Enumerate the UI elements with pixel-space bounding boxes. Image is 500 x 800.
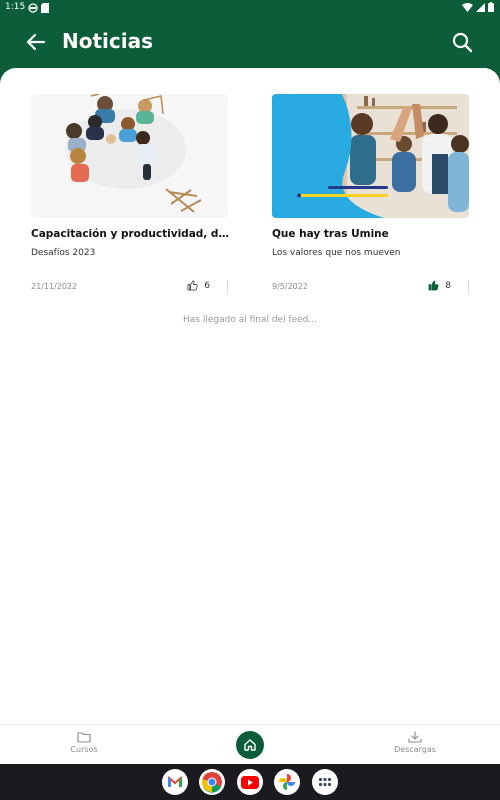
home-icon	[244, 739, 256, 751]
wifi-icon	[462, 2, 473, 12]
status-indicators	[462, 2, 494, 12]
battery-icon	[488, 2, 494, 12]
system-dock	[0, 764, 500, 800]
app-drawer-icon[interactable]	[312, 769, 338, 795]
home-button[interactable]	[236, 731, 264, 759]
news-card-subtitle: Desafíos 2023	[31, 248, 96, 258]
news-card[interactable]: Capacitación y productividad, desafí... …	[31, 94, 229, 294]
thumbs-up-outline-icon[interactable]	[187, 280, 198, 291]
divider	[468, 280, 469, 294]
like-button[interactable]: 6	[187, 280, 210, 291]
chrome-icon[interactable]	[199, 769, 225, 795]
youtube-icon[interactable]	[237, 769, 263, 795]
nav-cursos-label: Cursos	[70, 745, 98, 754]
search-icon[interactable]	[450, 30, 474, 54]
back-arrow-icon[interactable]	[24, 30, 48, 54]
folder-icon	[77, 732, 91, 743]
news-card-footer: 21/11/2022 6	[31, 280, 228, 296]
thumbs-up-filled-icon[interactable]	[428, 280, 439, 291]
gmail-icon[interactable]	[162, 769, 188, 795]
news-card-title: Capacitación y productividad, desafí...	[31, 228, 229, 240]
signal-icon	[476, 2, 485, 12]
photos-icon[interactable]	[274, 769, 300, 795]
nav-descargas-label: Descargas	[394, 745, 436, 754]
news-card-date: 21/11/2022	[31, 282, 78, 291]
status-time: 1:15	[5, 2, 26, 12]
like-button[interactable]: 8	[428, 280, 451, 291]
nav-descargas[interactable]: Descargas	[390, 731, 440, 754]
like-count: 8	[445, 280, 451, 291]
bottom-navigation: Cursos Descargas	[0, 724, 500, 764]
app-bar: Noticias	[0, 16, 500, 68]
download-icon	[408, 731, 422, 743]
page-title: Noticias	[62, 29, 154, 53]
sync-icon	[28, 3, 38, 13]
divider	[227, 280, 228, 294]
news-card-title: Que hay tras Umine	[272, 228, 389, 240]
news-image-team-highfive[interactable]	[272, 94, 469, 218]
news-feed: Capacitación y productividad, desafí... …	[0, 68, 500, 724]
nav-cursos[interactable]: Cursos	[64, 731, 104, 754]
sd-card-icon	[41, 3, 49, 13]
like-count: 6	[204, 280, 210, 291]
news-card-date: 9/5/2022	[272, 282, 308, 291]
feed-end-message: Has llegado al final del feed...	[183, 315, 317, 325]
news-card-footer: 9/5/2022 8	[272, 280, 469, 296]
news-card[interactable]: Que hay tras Umine Los valores que nos m…	[272, 94, 470, 294]
status-bar: 1:15	[0, 0, 500, 16]
news-card-subtitle: Los valores que nos mueven	[272, 248, 401, 258]
news-image-team-hands[interactable]	[31, 94, 228, 218]
